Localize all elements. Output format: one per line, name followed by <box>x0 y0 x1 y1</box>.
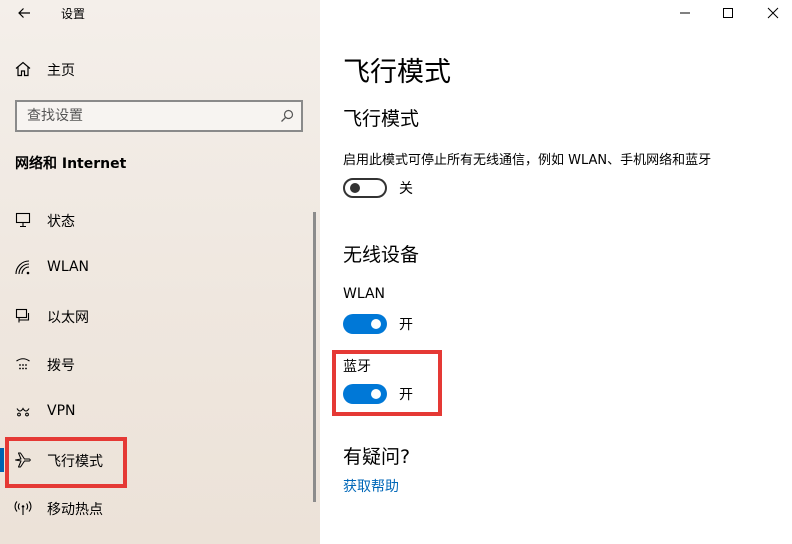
app-title: 设置 <box>61 7 86 21</box>
ethernet-icon <box>14 307 32 325</box>
active-indicator <box>0 448 4 472</box>
sidebar: 设置 主页 网络和 Internet 状态 <box>0 0 320 544</box>
sidebar-scrollbar[interactable] <box>313 212 316 502</box>
back-button[interactable] <box>8 2 40 24</box>
vpn-icon <box>14 403 32 421</box>
hotspot-icon <box>14 499 32 517</box>
search-box[interactable] <box>15 100 303 132</box>
search-input[interactable] <box>17 102 273 130</box>
sidebar-item-label: 拨号 <box>47 358 75 374</box>
wlan-label: WLAN <box>343 286 386 302</box>
status-icon <box>14 211 32 229</box>
home-label: 主页 <box>47 63 75 79</box>
airplane-nav-highlight <box>5 437 127 488</box>
airplane-mode-toggle-state: 关 <box>399 181 413 197</box>
airplane-mode-heading: 飞行模式 <box>343 108 420 130</box>
minimize-button[interactable] <box>662 0 708 26</box>
search-icon[interactable] <box>273 102 301 130</box>
sidebar-item-vpn[interactable]: VPN <box>0 392 316 432</box>
sidebar-item-label: WLAN <box>47 259 90 275</box>
airplane-mode-toggle[interactable] <box>343 178 387 198</box>
close-icon <box>767 7 779 19</box>
sidebar-item-label: 状态 <box>47 214 75 230</box>
toggle-knob <box>371 319 381 329</box>
section-title: 网络和 Internet <box>15 156 127 172</box>
airplane-mode-toggle-row: 关 <box>343 178 413 198</box>
sidebar-item-hotspot[interactable]: 移动热点 <box>0 488 316 528</box>
bluetooth-highlight <box>332 350 442 416</box>
airplane-mode-description: 启用此模式可停止所有无线通信，例如 WLAN、手机网络和蓝牙 <box>343 153 712 168</box>
dialup-icon <box>14 355 32 373</box>
wifi-icon <box>14 259 32 277</box>
close-button[interactable] <box>750 0 792 26</box>
get-help-link[interactable]: 获取帮助 <box>343 476 399 496</box>
sidebar-item-label: 移动热点 <box>47 502 103 518</box>
sidebar-item-wlan[interactable]: WLAN <box>0 248 316 288</box>
home-nav-item[interactable]: 主页 <box>0 52 320 86</box>
minimize-icon <box>680 12 690 14</box>
sidebar-item-label: VPN <box>47 403 76 419</box>
home-icon <box>14 60 32 78</box>
toggle-knob <box>350 183 360 193</box>
sidebar-item-label: 以太网 <box>47 310 89 326</box>
wireless-devices-heading: 无线设备 <box>343 244 420 266</box>
sidebar-item-dialup[interactable]: 拨号 <box>0 344 316 384</box>
help-heading: 有疑问? <box>343 446 411 468</box>
maximize-icon <box>723 8 733 18</box>
wlan-toggle[interactable] <box>343 314 387 334</box>
sidebar-item-ethernet[interactable]: 以太网 <box>0 296 316 336</box>
maximize-button[interactable] <box>705 0 751 26</box>
back-arrow-icon <box>18 8 30 18</box>
wlan-toggle-state: 开 <box>399 317 413 333</box>
wlan-toggle-row: 开 <box>343 314 413 334</box>
sidebar-item-status[interactable]: 状态 <box>0 200 316 240</box>
page-title: 飞行模式 <box>343 57 451 88</box>
